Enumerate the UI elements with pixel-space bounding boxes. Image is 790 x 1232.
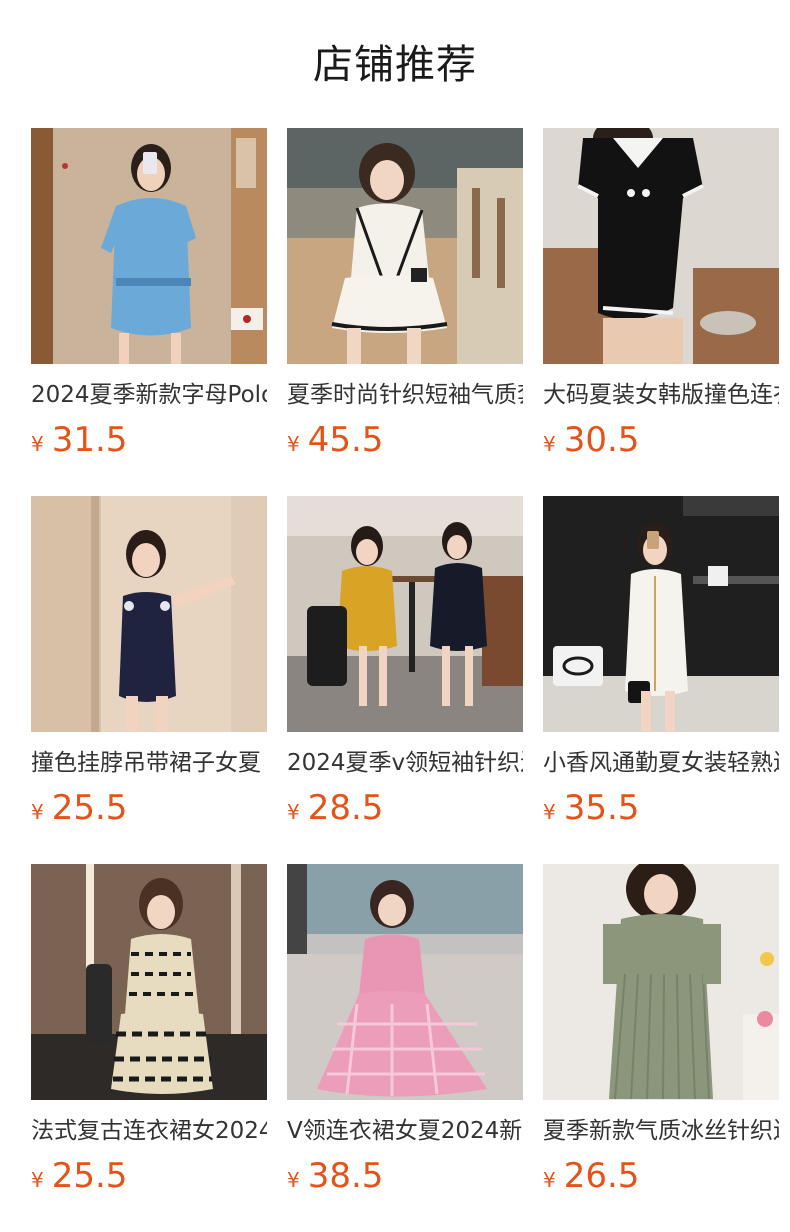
product-image[interactable]	[543, 496, 779, 732]
product-price: ¥ 26.5	[543, 1154, 779, 1198]
product-card[interactable]: 夏季新款气质冰丝针织连衣裙 ¥ 26.5	[543, 864, 779, 1202]
product-price: ¥ 28.5	[287, 786, 523, 830]
product-price: ¥ 25.5	[31, 1154, 267, 1198]
product-name[interactable]: 撞色挂脖吊带裙子女夏	[31, 746, 267, 780]
product-card[interactable]: 小香风通勤夏女装轻熟连衣裙 ¥ 35.5	[543, 496, 779, 834]
product-name[interactable]: 夏季新款气质冰丝针织连衣裙	[543, 1114, 779, 1148]
product-card[interactable]: 法式复古连衣裙女2024夏 ¥ 25.5	[31, 864, 267, 1202]
currency-symbol: ¥	[31, 800, 44, 824]
price-amount: 28.5	[307, 788, 384, 828]
product-name[interactable]: V领连衣裙女夏2024新款	[287, 1114, 523, 1148]
page-title: 店铺推荐	[313, 42, 477, 88]
price-amount: 35.5	[563, 788, 640, 828]
product-card[interactable]: 撞色挂脖吊带裙子女夏 ¥ 25.5	[31, 496, 267, 834]
black-knit-dress-photo	[543, 128, 779, 364]
product-image[interactable]	[31, 128, 267, 364]
product-card[interactable]: 2024夏季v领短袖针织连衣裙 ¥ 28.5	[287, 496, 523, 834]
product-image[interactable]	[287, 128, 523, 364]
navy-halter-dress-photo	[31, 496, 267, 732]
geometric-knit-dress-photo	[31, 864, 267, 1100]
white-knit-set-photo	[287, 128, 523, 364]
currency-symbol: ¥	[543, 1168, 556, 1192]
shop-recommend-page: 店铺推荐 2024夏季新款字母Pol ¥ 31.5 夏季时尚针织短袖气质 ¥ 4…	[0, 0, 790, 1232]
white-tweed-dress-photo	[543, 496, 779, 732]
product-name[interactable]: 2024夏季v领短袖针织连衣裙	[287, 746, 523, 780]
product-name[interactable]: 大码夏装女韩版撞色连衣裙	[543, 378, 779, 412]
product-name[interactable]: 法式复古连衣裙女2024夏	[31, 1114, 267, 1148]
product-image[interactable]	[31, 496, 267, 732]
currency-symbol: ¥	[287, 432, 300, 456]
product-name[interactable]: 2024夏季新款字母Polo领短袖连衣裙	[31, 378, 267, 412]
product-image[interactable]	[287, 496, 523, 732]
product-price: ¥ 38.5	[287, 1154, 523, 1198]
product-image[interactable]	[287, 864, 523, 1100]
price-amount: 26.5	[563, 1156, 640, 1196]
product-card[interactable]: V领连衣裙女夏2024新款 ¥ 38.5	[287, 864, 523, 1202]
pink-knit-dress-photo	[287, 864, 523, 1100]
two-women-cafe-photo	[287, 496, 523, 732]
product-image[interactable]	[543, 128, 779, 364]
product-price: ¥ 45.5	[287, 418, 523, 462]
price-amount: 31.5	[51, 420, 128, 460]
product-price: ¥ 30.5	[543, 418, 779, 462]
price-amount: 45.5	[307, 420, 384, 460]
product-price: ¥ 25.5	[31, 786, 267, 830]
product-card[interactable]: 大码夏装女韩版撞色连衣裙 ¥ 30.5	[543, 128, 779, 466]
green-pleated-dress-photo	[543, 864, 779, 1100]
product-price: ¥ 31.5	[31, 418, 267, 462]
product-price: ¥ 35.5	[543, 786, 779, 830]
currency-symbol: ¥	[543, 432, 556, 456]
product-card[interactable]: 2024夏季新款字母Polo领短袖连衣裙 ¥ 31.5	[31, 128, 267, 466]
product-image[interactable]	[543, 864, 779, 1100]
currency-symbol: ¥	[543, 800, 556, 824]
product-image[interactable]	[31, 864, 267, 1100]
product-card[interactable]: 夏季时尚针织短袖气质套装 ¥ 45.5	[287, 128, 523, 466]
product-name[interactable]: 小香风通勤夏女装轻熟连衣裙	[543, 746, 779, 780]
product-name[interactable]: 夏季时尚针织短袖气质套装	[287, 378, 523, 412]
price-amount: 38.5	[307, 1156, 384, 1196]
price-amount: 25.5	[51, 1156, 128, 1196]
blue-polo-dress-photo	[31, 128, 267, 364]
currency-symbol: ¥	[287, 1168, 300, 1192]
currency-symbol: ¥	[31, 432, 44, 456]
price-amount: 30.5	[563, 420, 640, 460]
product-grid: 2024夏季新款字母Polo领短袖连衣裙 ¥ 31.5	[31, 128, 790, 1202]
price-amount: 25.5	[51, 788, 128, 828]
currency-symbol: ¥	[287, 800, 300, 824]
currency-symbol: ¥	[31, 1168, 44, 1192]
